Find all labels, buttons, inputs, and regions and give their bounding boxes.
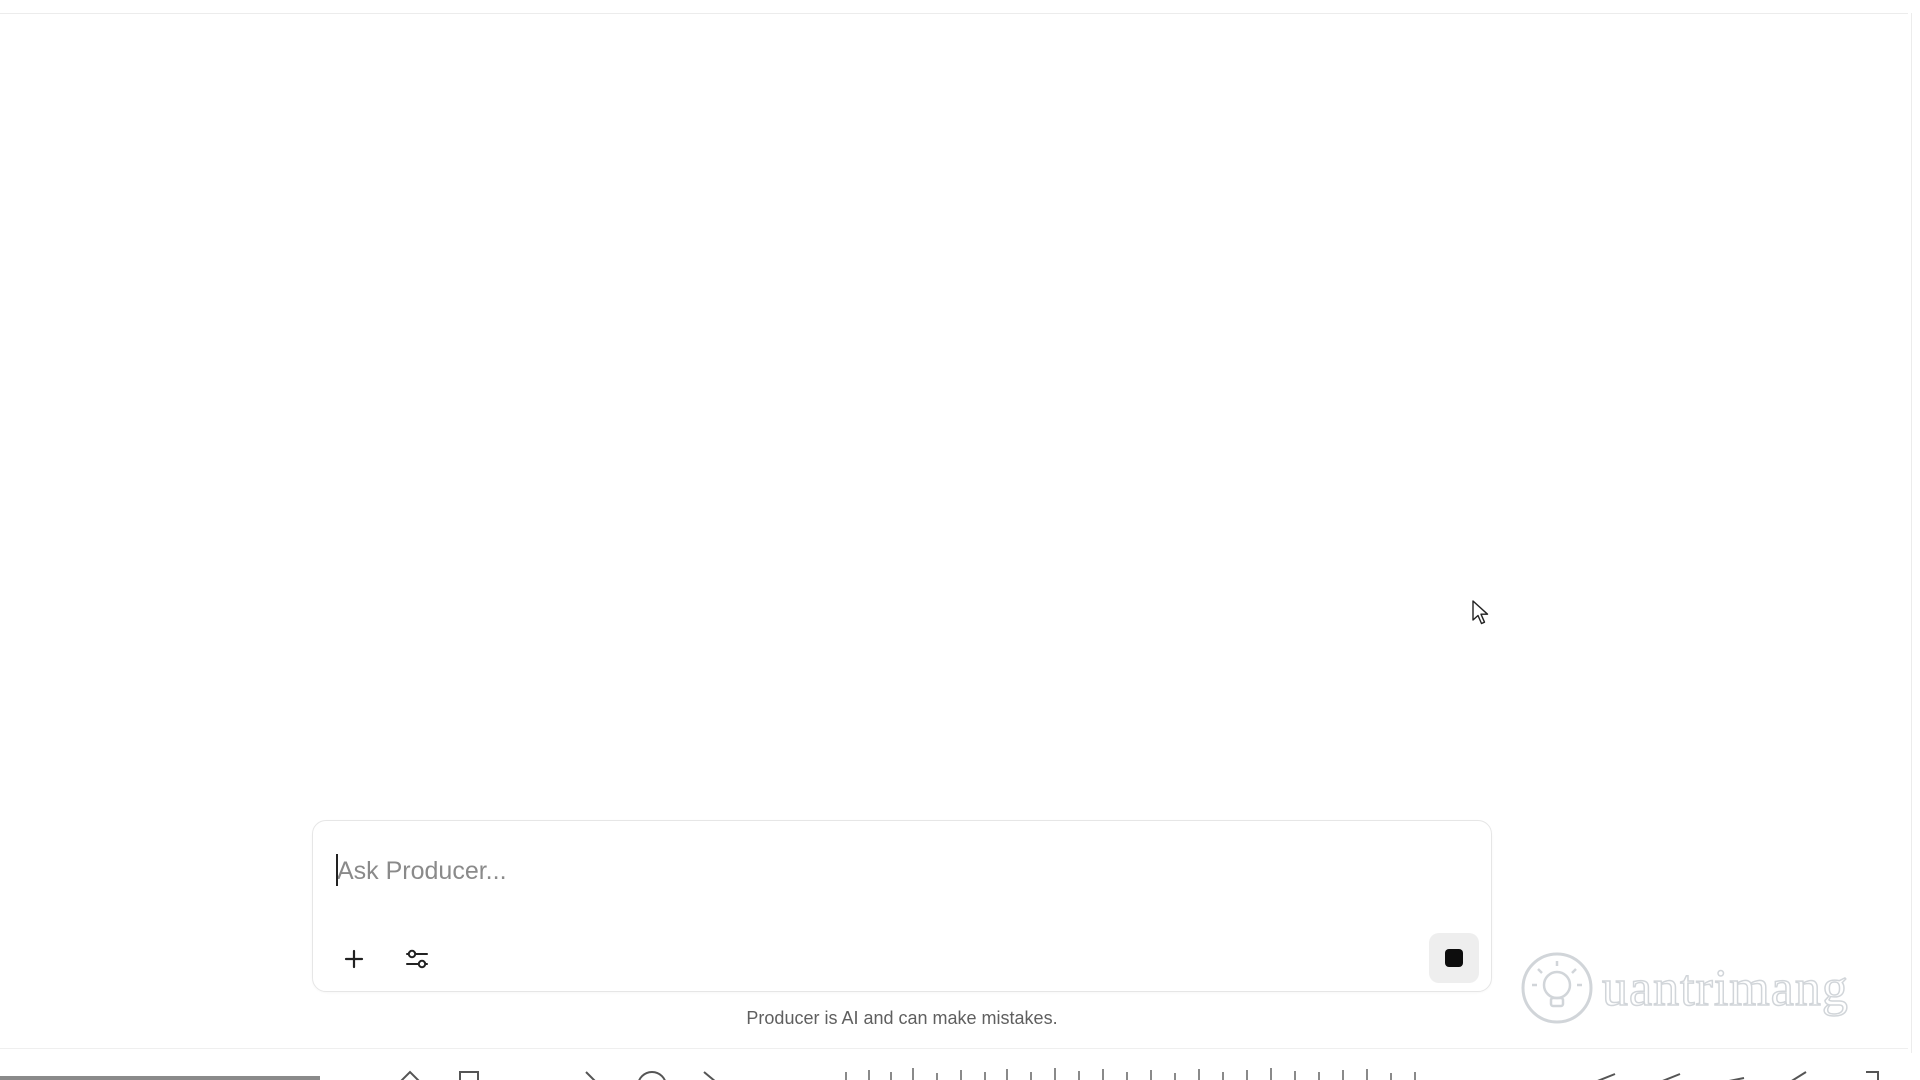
watermark: uantrimang [1518, 948, 1888, 1028]
watermark-text: uantrimang [1601, 959, 1849, 1018]
cropped-bottom-toolbar [0, 1048, 1920, 1080]
sliders-icon [406, 949, 428, 969]
text-caret [336, 854, 338, 886]
stop-icon [1445, 949, 1463, 967]
chat-area [0, 14, 1908, 814]
lightbulb-icon [1521, 952, 1593, 1024]
stop-generation-button[interactable] [1429, 933, 1479, 983]
ask-producer-input[interactable] [335, 851, 1437, 891]
app-window: Producer is AI and can make mistakes. ua… [0, 0, 1920, 1080]
ai-disclaimer: Producer is AI and can make mistakes. [746, 1008, 1058, 1028]
settings-button[interactable] [397, 939, 437, 979]
mouse-cursor-icon [1472, 600, 1489, 625]
cropped-toolbar-icons [0, 1068, 1879, 1080]
add-attachment-button[interactable] [334, 939, 374, 979]
chat-composer [312, 820, 1492, 992]
plus-icon [344, 949, 364, 969]
right-divider [1911, 13, 1912, 1053]
